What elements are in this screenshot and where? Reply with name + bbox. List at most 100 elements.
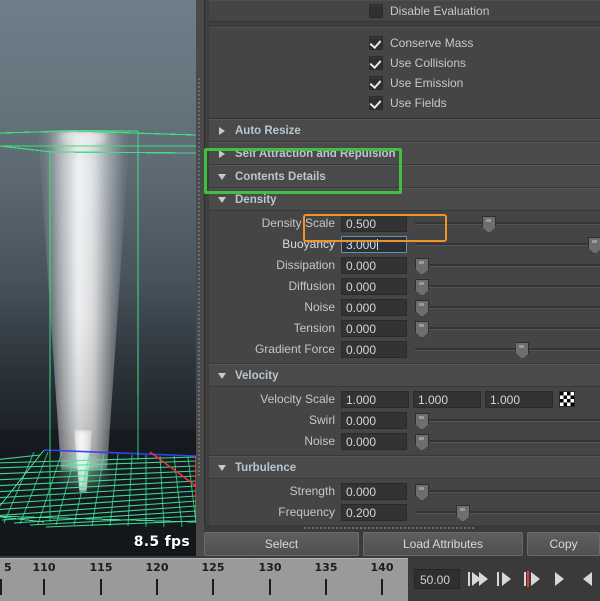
- checkbox-label: Use Fields: [390, 96, 447, 110]
- attribute-editor-button-bar: Select Load Attributes Copy: [204, 532, 600, 556]
- checkbox-row-use-collisions[interactable]: Use Collisions: [209, 53, 600, 73]
- buoyancy-slider[interactable]: [415, 234, 600, 254]
- param-row-dissipation[interactable]: Dissipation 0.000: [209, 255, 600, 275]
- checkbox-row-conserve-mass[interactable]: Conserve Mass: [209, 33, 600, 53]
- time-tick-mark: [43, 579, 45, 595]
- param-row-buoyancy[interactable]: Buoyancy 3.000: [209, 234, 600, 254]
- param-row-velocity-noise[interactable]: Noise 0.000: [209, 431, 600, 451]
- dissipation-slider[interactable]: [415, 255, 600, 275]
- step-back-frame-button[interactable]: [522, 568, 544, 590]
- velocity-noise-field[interactable]: 0.000: [341, 432, 407, 450]
- checkbox-use-collisions-icon[interactable]: [369, 56, 383, 70]
- buoyancy-field[interactable]: 3.000: [341, 235, 407, 253]
- param-row-velocity-scale[interactable]: Velocity Scale 1.000 1.000 1.000: [209, 389, 600, 409]
- time-tick-mark: [381, 579, 383, 595]
- chevron-down-icon[interactable]: [209, 372, 235, 379]
- slider-knob[interactable]: [415, 413, 429, 430]
- chevron-down-icon[interactable]: [209, 173, 235, 180]
- density-scale-slider[interactable]: [415, 213, 600, 233]
- section-header-turbulence[interactable]: Turbulence: [209, 456, 600, 479]
- section-header-velocity[interactable]: Velocity: [209, 364, 600, 387]
- play-forwards-button[interactable]: [578, 568, 600, 590]
- diffusion-slider[interactable]: [415, 276, 600, 296]
- 3d-viewport[interactable]: 8.5 fps: [0, 0, 196, 556]
- slider-knob[interactable]: [415, 484, 429, 501]
- slider-track: [415, 306, 600, 309]
- dissipation-field[interactable]: 0.000: [341, 256, 407, 274]
- velocity-noise-slider[interactable]: [415, 431, 600, 451]
- param-row-density-scale[interactable]: Density Scale 0.500: [209, 213, 600, 233]
- vertical-splitter[interactable]: [196, 0, 204, 556]
- load-attributes-button[interactable]: Load Attributes: [363, 532, 523, 556]
- slider-knob[interactable]: [481, 216, 496, 233]
- param-row-turbulence-strength[interactable]: Strength 0.000: [209, 481, 600, 501]
- gradient-force-field[interactable]: 0.000: [341, 340, 407, 358]
- slider-knob[interactable]: [587, 237, 600, 254]
- checkbox-conserve-mass-icon[interactable]: [369, 36, 383, 50]
- select-button[interactable]: Select: [204, 532, 359, 556]
- section-header-density[interactable]: Density: [209, 188, 600, 211]
- turbulence-frequency-slider[interactable]: [415, 502, 600, 522]
- velocity-scale-z-field[interactable]: 1.000: [485, 390, 553, 408]
- checkbox-disable-evaluation-icon[interactable]: [369, 4, 383, 18]
- time-ruler[interactable]: 5 110 115 120 125 130 135 140: [0, 558, 408, 601]
- density-scale-field[interactable]: 0.500: [341, 214, 407, 232]
- slider-knob[interactable]: [455, 505, 470, 522]
- turbulence-parameters: Strength 0.000 Frequency 0.200 Speed 0.2…: [209, 479, 600, 525]
- checkbox-use-fields-icon[interactable]: [369, 96, 383, 110]
- tension-field[interactable]: 0.000: [341, 319, 407, 337]
- fps-readout: 8.5 fps: [133, 534, 190, 550]
- checkbox-row-use-fields[interactable]: Use Fields: [209, 93, 600, 113]
- section-header-contents-details[interactable]: Contents Details: [209, 165, 600, 188]
- turbulence-strength-field[interactable]: 0.000: [341, 482, 407, 500]
- time-tick-label: 5: [4, 561, 12, 574]
- param-row-gradient-force[interactable]: Gradient Force 0.000: [209, 339, 600, 359]
- checkerboard-texture-icon[interactable]: [559, 391, 575, 407]
- slider-track: [415, 511, 600, 514]
- slider-track: [415, 222, 600, 225]
- current-time-field[interactable]: 50.00: [414, 569, 460, 589]
- param-row-diffusion[interactable]: Diffusion 0.000: [209, 276, 600, 296]
- slider-track: [415, 285, 600, 288]
- param-row-tension[interactable]: Tension 0.000: [209, 318, 600, 338]
- checkbox-row-use-emission[interactable]: Use Emission: [209, 73, 600, 93]
- param-row-turbulence-frequency[interactable]: Frequency 0.200: [209, 502, 600, 522]
- chevron-right-icon[interactable]: [209, 149, 235, 158]
- diffusion-field[interactable]: 0.000: [341, 277, 407, 295]
- play-backwards-button[interactable]: [550, 568, 572, 590]
- step-back-key-button[interactable]: [494, 568, 516, 590]
- slider-knob[interactable]: [415, 321, 429, 338]
- time-tick-label: 130: [258, 561, 282, 574]
- slider-knob[interactable]: [415, 434, 429, 451]
- slider-knob[interactable]: [415, 300, 429, 317]
- velocity-scale-y-field[interactable]: 1.000: [413, 390, 481, 408]
- noise-slider[interactable]: [415, 297, 600, 317]
- slider-knob[interactable]: [515, 342, 530, 359]
- slider-knob[interactable]: [415, 258, 429, 275]
- section-header-self-attraction-and-repulsion[interactable]: Self Attraction and Repulsion: [209, 142, 600, 165]
- noise-field[interactable]: 0.000: [341, 298, 407, 316]
- gradient-force-slider[interactable]: [415, 339, 600, 359]
- param-label: Diffusion: [288, 279, 335, 293]
- section-header-auto-resize[interactable]: Auto Resize: [209, 119, 600, 142]
- disable-evaluation-group: Disable Evaluation: [209, 0, 600, 22]
- chevron-down-icon[interactable]: [209, 196, 235, 203]
- attribute-editor-panel[interactable]: Disable Evaluation Conserve Mass Use Col…: [204, 0, 600, 525]
- swirl-field[interactable]: 0.000: [341, 411, 407, 429]
- param-row-velocity-swirl[interactable]: Swirl 0.000: [209, 410, 600, 430]
- checkbox-use-emission-icon[interactable]: [369, 76, 383, 90]
- go-to-start-button[interactable]: [466, 568, 488, 590]
- turbulence-frequency-field[interactable]: 0.200: [341, 503, 407, 521]
- chevron-down-icon[interactable]: [209, 464, 235, 471]
- copy-button[interactable]: Copy: [527, 532, 600, 556]
- velocity-scale-x-field[interactable]: 1.000: [341, 390, 409, 408]
- param-row-noise[interactable]: Noise 0.000: [209, 297, 600, 317]
- param-label: Tension: [293, 321, 335, 335]
- checkbox-row-disable-evaluation[interactable]: Disable Evaluation: [209, 1, 600, 21]
- swirl-slider[interactable]: [415, 410, 600, 430]
- turbulence-strength-slider[interactable]: [415, 481, 600, 501]
- tension-slider[interactable]: [415, 318, 600, 338]
- slider-knob[interactable]: [415, 279, 429, 296]
- horizontal-splitter[interactable]: [204, 525, 600, 532]
- chevron-right-icon[interactable]: [209, 126, 235, 135]
